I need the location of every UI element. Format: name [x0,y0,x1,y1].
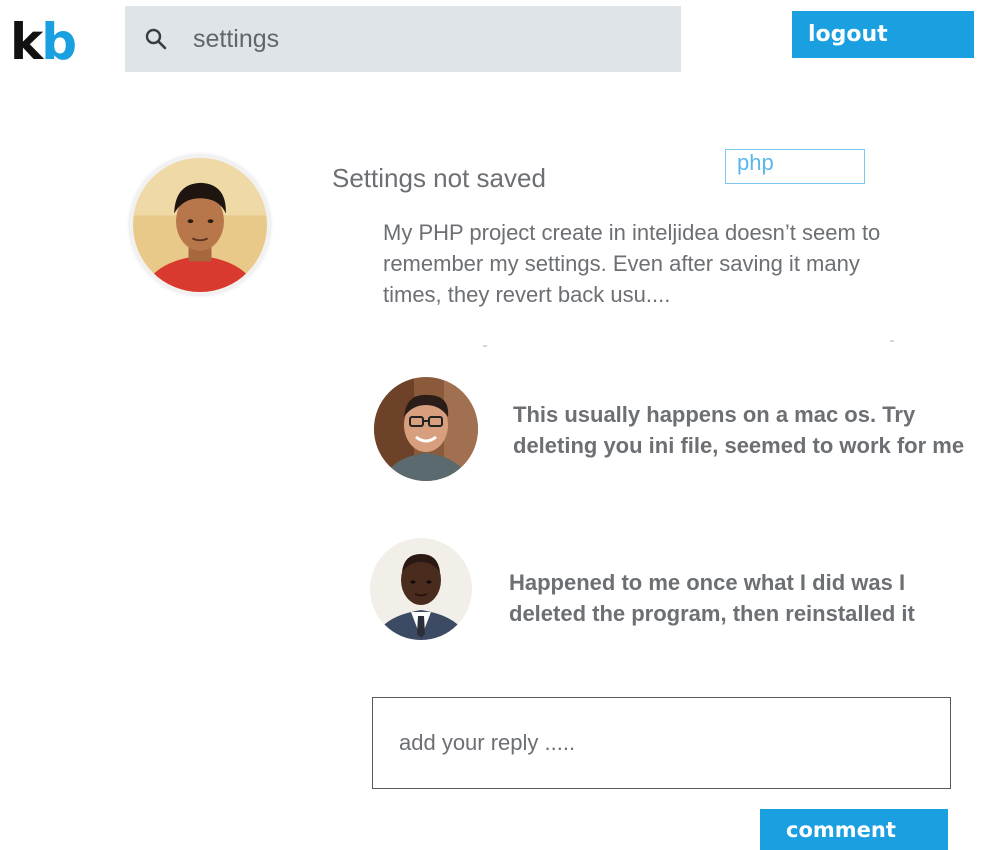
reply-text-1: This usually happens on a mac os. Try de… [513,402,965,458]
logo[interactable]: kb [10,13,77,71]
reply-input[interactable] [372,697,951,789]
logo-k: k [10,13,43,71]
search-input[interactable]: settings [193,25,279,54]
divider-right [890,340,894,342]
search-bar[interactable]: settings [125,6,681,72]
reply-photo-2 [370,538,472,640]
author-avatar[interactable] [130,155,270,295]
reply-text-2: Happened to me once what I did was I del… [509,570,915,626]
post-title[interactable]: Settings not saved [332,163,546,194]
search-icon[interactable] [145,28,167,50]
reply-avatar-1[interactable] [374,377,478,481]
post-body: My PHP project create in inteljidea does… [383,220,881,307]
tag-php[interactable]: php [725,149,865,184]
divider-left [483,345,487,347]
comment-button[interactable]: comment [760,809,948,850]
logo-b: b [41,13,77,71]
reply-photo-1 [374,377,478,481]
logout-button[interactable]: logout [792,11,974,58]
author-photo [133,158,267,292]
reply-avatar-2[interactable] [370,538,472,640]
